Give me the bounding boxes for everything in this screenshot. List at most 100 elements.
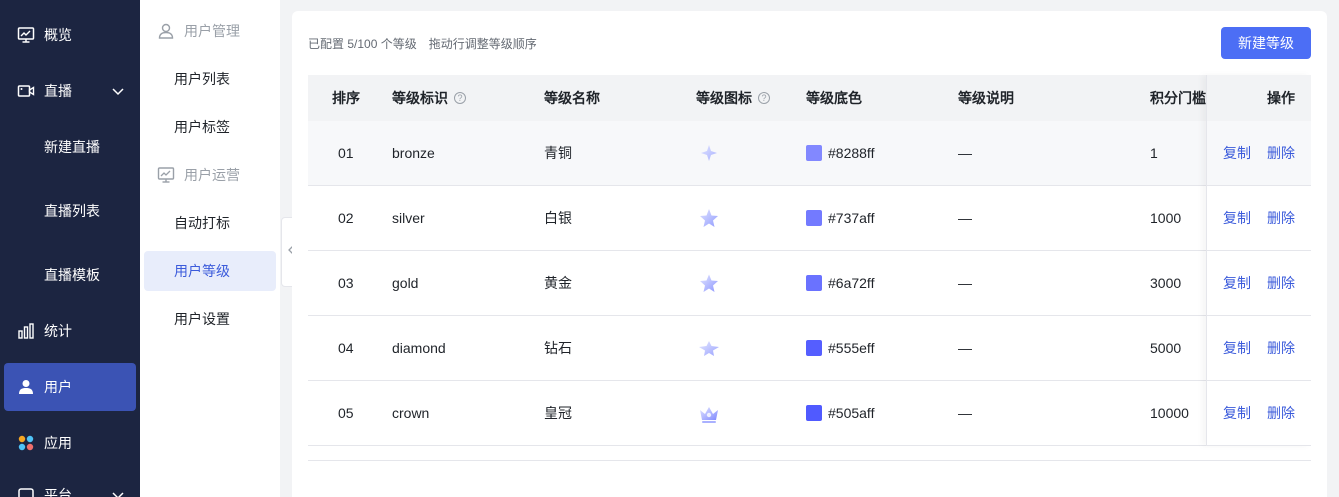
bar-chart-icon [16,321,36,341]
col-key[interactable]: 等级标识? [392,90,466,106]
color-swatch [806,275,822,291]
sidebar-item-label: 用户等级 [174,263,230,279]
row-color: #505aff [806,405,874,422]
sidebar-item-user-levels[interactable]: 用户等级 [144,251,276,291]
monitor-outline-icon [156,165,176,185]
nav-live[interactable]: 直播 [4,67,136,115]
row-points: 1 [1150,145,1158,161]
sidebar-item-user-settings[interactable]: 用户设置 [144,299,276,339]
secondary-sidebar: 用户管理 用户列表 用户标签 用户运营 自动打标 用户等级 用户设置 [140,0,280,497]
camera-icon [16,81,36,101]
user-outline-icon [156,21,176,41]
star-icon [696,271,722,297]
nav-users[interactable]: 用户 [4,363,136,411]
user-icon [16,377,36,397]
row-name: 青铜 [544,145,572,161]
row-points: 3000 [1150,275,1182,291]
sidebar-item-label: 自动打标 [174,215,230,231]
sidebar-item-label: 用户标签 [174,119,230,135]
col-icon[interactable]: 等级图标? [696,90,770,106]
nav-label: 统计 [44,323,72,339]
row-order: 02 [338,210,354,226]
row-description: — [958,405,972,421]
row-order: 05 [338,405,354,421]
star-wide-icon [696,336,722,362]
nav-overview[interactable]: 概览 [4,11,136,59]
star-icon [696,206,722,232]
table-row[interactable]: 04 diamond 钻石 #555eff — 5000 复制 删除 [308,316,1311,381]
col-order[interactable]: 排序 [332,90,360,106]
row-color: #8288ff [806,145,874,162]
chevron-down-icon[interactable] [110,83,126,99]
nav-label: 新建直播 [44,139,100,155]
row-description: — [958,145,972,161]
table-bottom-divider [308,460,1311,461]
level-table: 排序 等级标识? 等级名称 等级图标? 等级底色 等级说明 积分门槛 操作 01… [308,75,1311,446]
group-user-management: 用户管理 [156,21,240,41]
actions-column-divider [1206,75,1311,446]
nav-label: 直播模板 [44,267,100,283]
col-points[interactable]: 积分门槛 [1150,90,1206,106]
row-key: gold [392,275,419,291]
level-count-text: 已配置 5/100 个等级 [308,37,417,51]
table-header: 排序 等级标识? 等级名称 等级图标? 等级底色 等级说明 积分门槛 操作 [308,75,1311,121]
nav-label: 直播 [44,83,72,99]
row-key: silver [392,210,425,226]
table-row[interactable]: 01 bronze 青铜 #8288ff — 1 复制 删除 [308,121,1311,186]
row-order: 03 [338,275,354,291]
nav-label: 平台 [44,487,72,497]
row-name: 白银 [544,210,572,226]
row-description: — [958,275,972,291]
sidebar-item-auto-tagging[interactable]: 自动打标 [144,203,276,243]
row-description: — [958,210,972,226]
sidebar-item-user-tags[interactable]: 用户标签 [144,107,276,147]
row-key: bronze [392,145,435,161]
row-order: 01 [338,145,354,161]
color-swatch [806,340,822,356]
nav-label: 概览 [44,27,72,43]
sidebar-item-user-list[interactable]: 用户列表 [144,59,276,99]
help-icon[interactable]: ? [454,92,466,104]
nav-platform[interactable]: 平台 [4,471,136,497]
star-small-icon [696,141,722,167]
row-name: 黄金 [544,275,572,291]
col-description[interactable]: 等级说明 [958,90,1014,106]
nav-stats[interactable]: 统计 [4,307,136,355]
nav-apps[interactable]: 应用 [4,419,136,467]
table-row[interactable]: 05 crown 皇冠 #505aff — 10000 复制 删除 [308,381,1311,446]
row-points: 5000 [1150,340,1182,356]
nav-live-template[interactable]: 直播模板 [4,251,136,299]
drag-hint-text: 拖动行调整等级顺序 [428,37,537,51]
nav-new-live[interactable]: 新建直播 [4,123,136,171]
row-description: — [958,340,972,356]
row-color: #555eff [806,340,874,357]
col-color[interactable]: 等级底色 [806,90,862,106]
new-level-button[interactable]: 新建等级 [1221,27,1311,59]
row-name: 皇冠 [544,405,572,421]
row-order: 04 [338,340,354,356]
color-swatch [806,405,822,421]
primary-sidebar: 概览 直播 新建直播 直播列表 直播模板 统计 用户 应用 平台 [0,0,140,497]
color-swatch [806,210,822,226]
row-color: #6a72ff [806,275,874,292]
row-name: 钻石 [544,340,572,356]
row-points: 1000 [1150,210,1182,226]
monitor-chart-icon [16,25,36,45]
group-user-operations: 用户运营 [156,165,240,185]
nav-live-list[interactable]: 直播列表 [4,187,136,235]
apps-icon [16,433,36,453]
row-key: crown [392,405,430,421]
chevron-down-icon[interactable] [110,487,126,497]
row-key: diamond [392,340,446,356]
color-swatch [806,145,822,161]
col-name[interactable]: 等级名称 [544,90,600,106]
level-config-card: 已配置 5/100 个等级 拖动行调整等级顺序 新建等级 排序 等级标识? 等级名… [292,11,1327,497]
help-icon[interactable]: ? [758,92,770,104]
table-row[interactable]: 03 gold 黄金 #6a72ff — 3000 复制 删除 [308,251,1311,316]
nav-label: 用户 [44,379,72,395]
row-points: 10000 [1150,405,1189,421]
crown-icon [696,401,722,427]
row-color: #737aff [806,210,874,227]
platform-icon [16,485,36,497]
table-row[interactable]: 02 silver 白银 #737aff — 1000 复制 删除 [308,186,1311,251]
